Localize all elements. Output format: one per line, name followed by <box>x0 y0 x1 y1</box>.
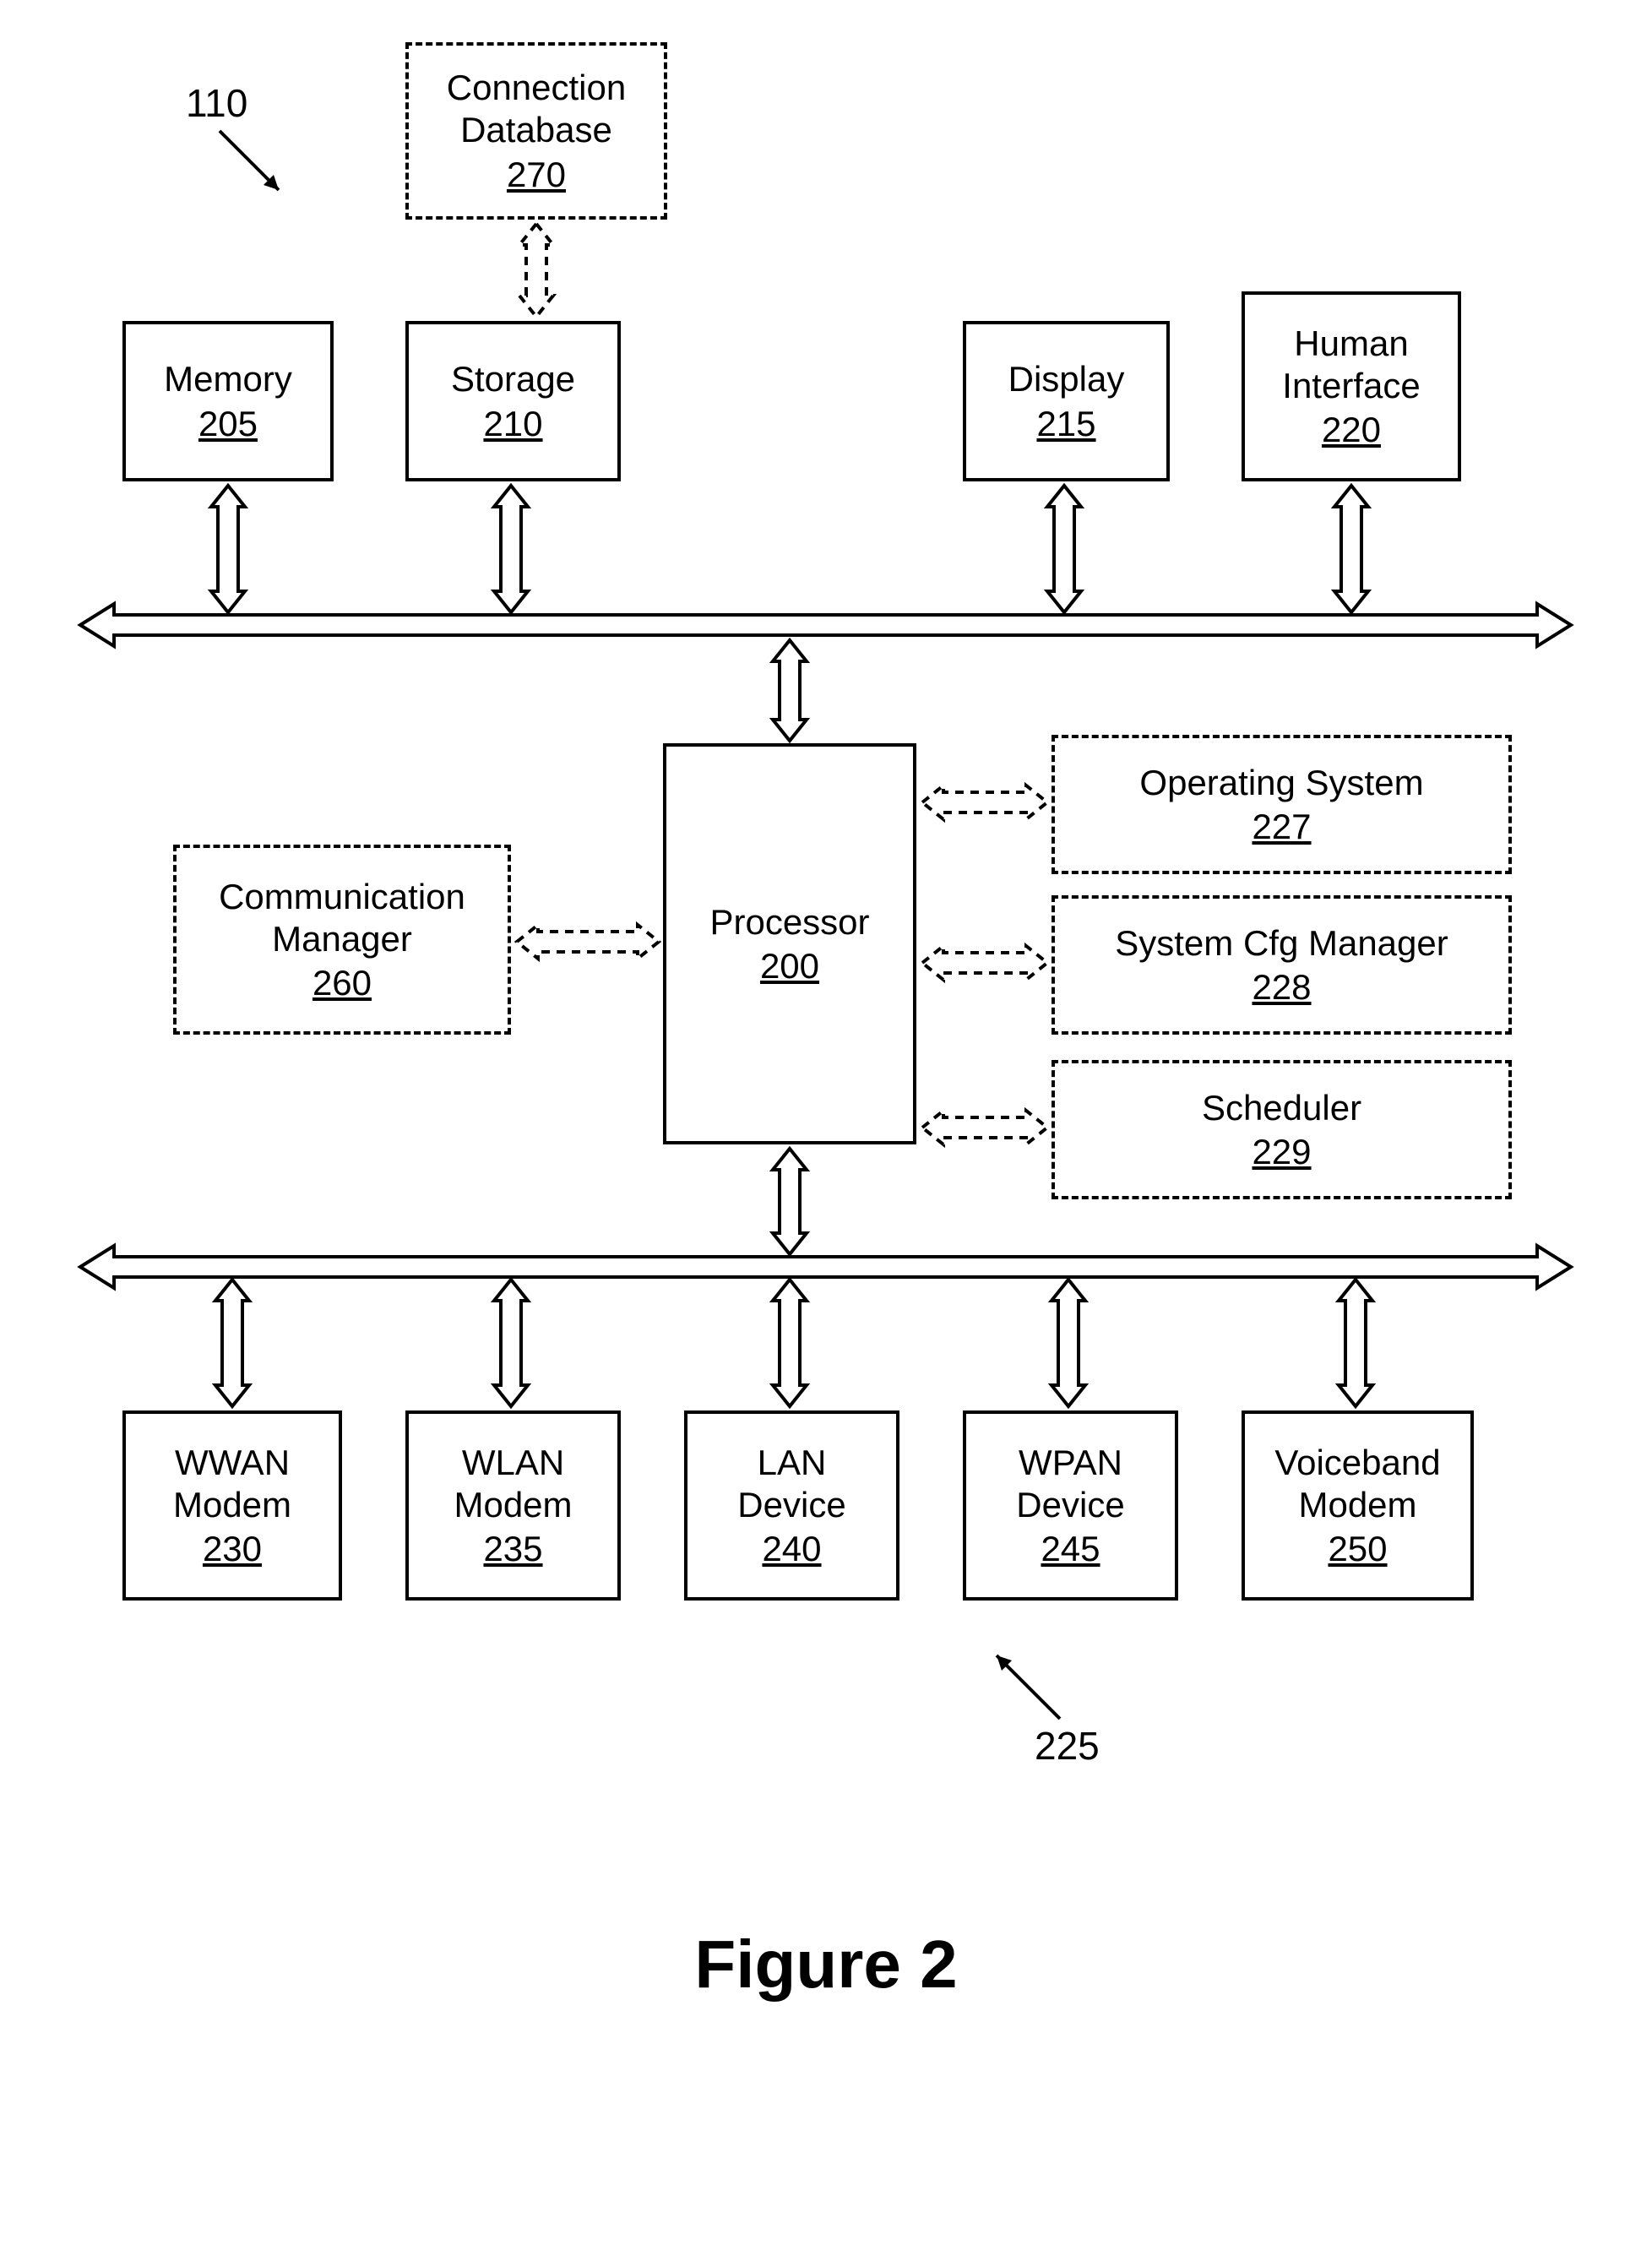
arrow-bus-wpan <box>1052 1280 1085 1406</box>
arrow-storage-bus <box>494 486 528 612</box>
diagram-canvas: 110 ConnectionDatabase 270 Memory 205 St… <box>0 0 1652 2261</box>
bus-bottom <box>80 1246 1571 1288</box>
arrow-memory-bus <box>211 486 245 612</box>
bus-top <box>80 604 1571 646</box>
arrow-commmgr-processor <box>517 925 659 959</box>
arrow-processor-syscfg <box>922 946 1047 980</box>
arrow-bus-wlan <box>494 1280 528 1406</box>
arrow-bus-voiceband <box>1339 1280 1372 1406</box>
arrow-processor-scheduler <box>922 1111 1047 1144</box>
arrow-processor-os <box>922 785 1047 819</box>
arrow-display-bus <box>1047 486 1081 612</box>
arrow-bus-wwan <box>215 1280 249 1406</box>
arrow-conndb-storage <box>519 224 553 317</box>
arrow-bus-processor-top <box>773 640 807 741</box>
arrow-processor-bus-bottom <box>773 1149 807 1254</box>
connectors-layer <box>0 0 1652 2261</box>
arrow-humanif-bus <box>1334 486 1368 612</box>
arrow-bus-lan <box>773 1280 807 1406</box>
